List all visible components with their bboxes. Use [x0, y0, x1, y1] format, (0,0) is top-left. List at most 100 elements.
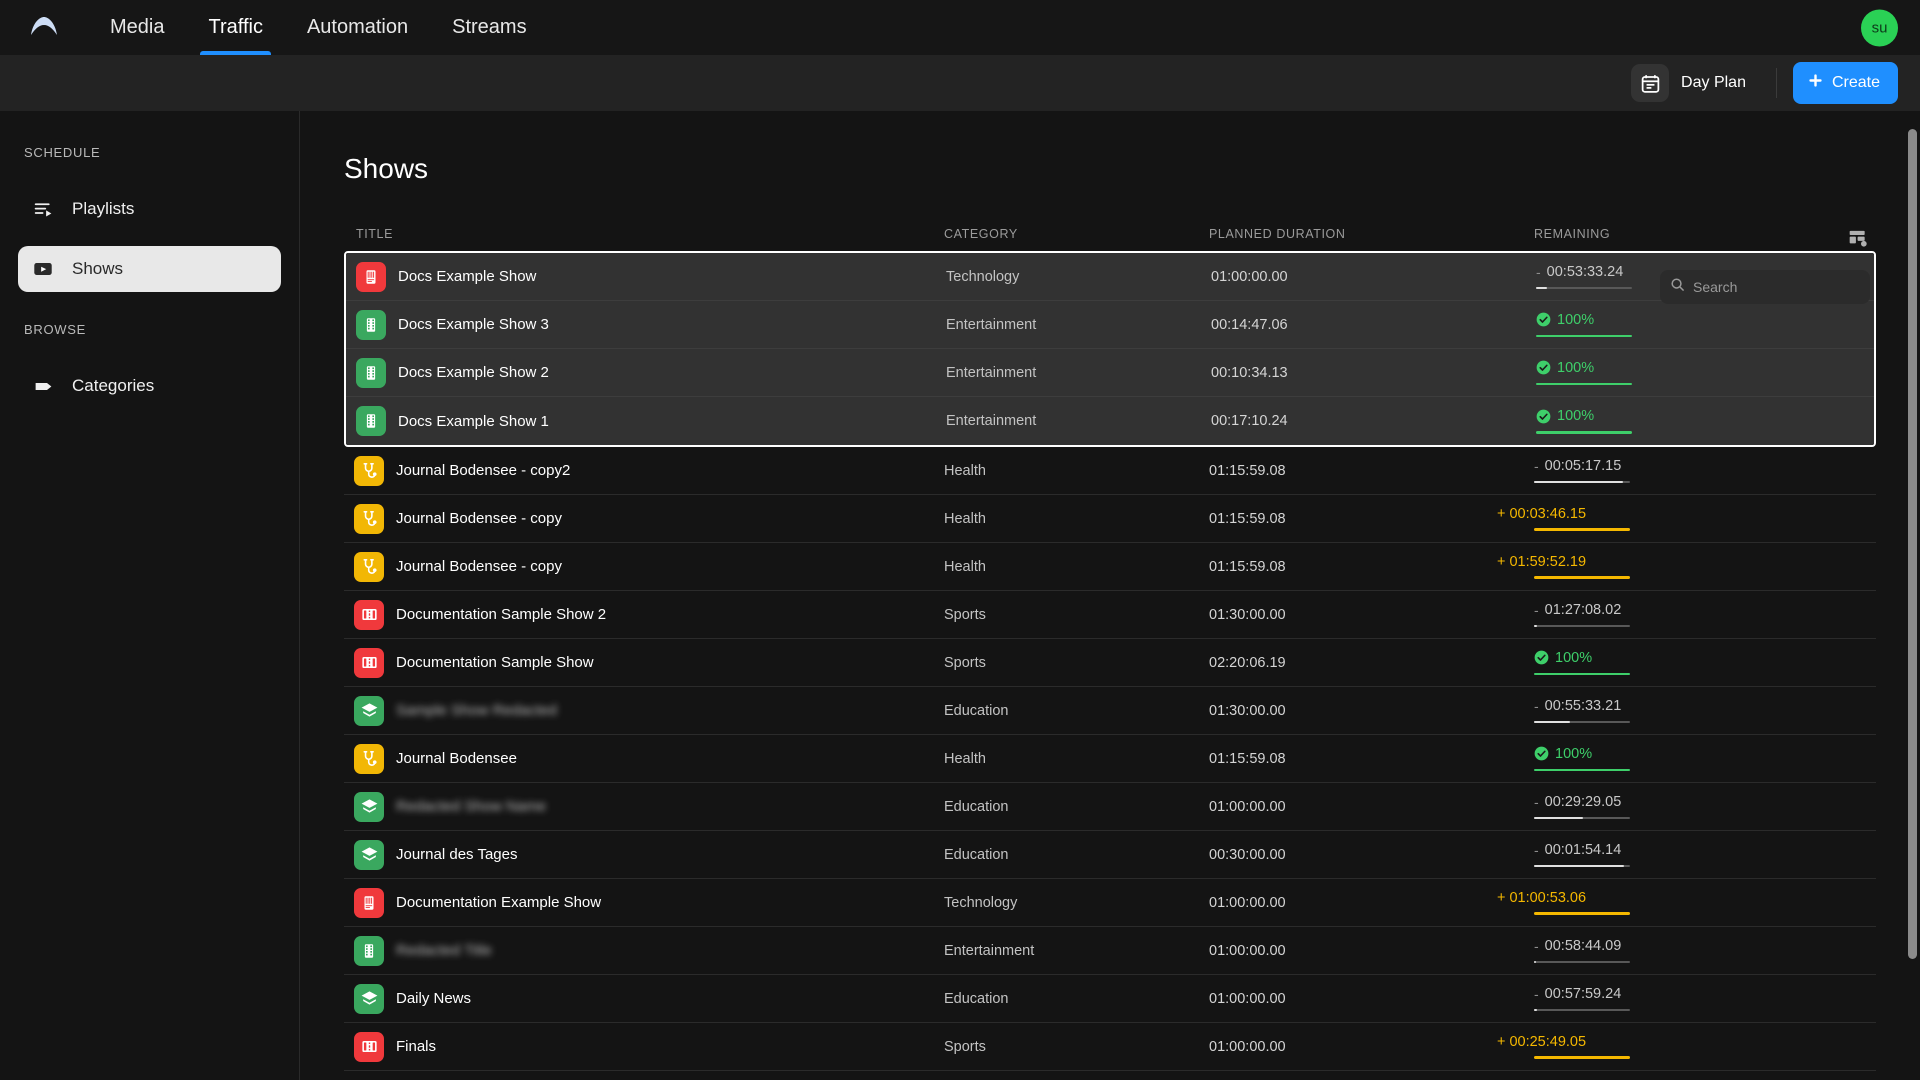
status-ok-icon — [1534, 650, 1549, 665]
cell-planned-duration: 02:20:06.19 — [1209, 654, 1286, 671]
remaining-progress-bar — [1536, 382, 1632, 386]
show-title: Docs Example Show 1 — [398, 412, 549, 430]
cell-category: Entertainment — [946, 413, 1037, 429]
table-row[interactable]: Journal Bodensee - copy Health 01:15:59.08… — [344, 495, 1876, 543]
table-row[interactable]: Documentation Example Show Technology 01:0… — [344, 879, 1876, 927]
table-row[interactable]: Sample Show Redacted Education 01:30:00.00… — [344, 687, 1876, 735]
avatar-initials: su — [1871, 19, 1888, 36]
table-row[interactable]: Docs Example Show 1 Entertainment 00:17:10… — [346, 397, 1874, 445]
remaining-progress-bar — [1534, 720, 1630, 724]
table-columns-settings-icon[interactable] — [1848, 228, 1868, 251]
cell-remaining: + 00:03:46.15 — [1497, 506, 1784, 531]
remaining-progress-bar — [1534, 960, 1630, 964]
film-strip-icon — [354, 935, 384, 966]
cell-title: Sample Show Redacted — [344, 695, 944, 726]
mountain-logo-icon[interactable] — [24, 8, 64, 48]
cell-planned-duration: 01:00:00.00 — [1209, 990, 1286, 1007]
table-row[interactable]: Documentation Sample Show Sports 02:20:06.… — [344, 639, 1876, 687]
show-title: Journal Bodensee - copy — [396, 558, 562, 575]
show-title: Redacted Title — [396, 942, 492, 959]
table-row[interactable]: Redacted Show Name Education 01:00:00.00 -0… — [344, 783, 1876, 831]
remaining-progress-bar — [1534, 1056, 1630, 1059]
minus-sign: - — [1534, 841, 1539, 858]
cell-planned-duration: 01:30:00.00 — [1209, 702, 1286, 719]
sidebar-item-categories[interactable]: Categories — [18, 363, 281, 409]
plus-icon — [1807, 72, 1824, 94]
show-title: Journal Bodensee — [396, 750, 517, 767]
minus-sign: - — [1534, 937, 1539, 954]
cell-category: Health — [944, 462, 986, 479]
cell-remaining: -00:58:44.09 — [1534, 938, 1784, 964]
vertical-scrollbar[interactable] — [1908, 129, 1917, 959]
table-row[interactable]: Daily News Education 01:00:00.00 -00:57:59.… — [344, 975, 1876, 1023]
table-row[interactable]: Finals Sports 01:00:00.00 + 00:25:49.05 — [344, 1023, 1876, 1071]
column-header-category[interactable]: CATEGORY — [944, 227, 1209, 241]
table-row[interactable]: Documentation Sample Show 2 Sports 01:30:0… — [344, 591, 1876, 639]
cell-title: Journal Bodensee — [344, 743, 944, 774]
cell-category: Health — [944, 558, 986, 575]
create-label: Create — [1831, 74, 1880, 91]
cell-category: Entertainment — [946, 316, 1037, 333]
stethoscope-icon — [354, 455, 384, 486]
stethoscope-icon — [354, 743, 384, 774]
remaining-value: 100% — [1557, 359, 1595, 376]
show-title: Documentation Example Show — [396, 894, 602, 911]
remaining-value: + 01:00:53.06 — [1496, 889, 1587, 906]
minus-sign: - — [1534, 793, 1539, 810]
create-button[interactable]: Create — [1792, 62, 1898, 104]
user-avatar[interactable]: su — [1861, 9, 1898, 46]
sports-icon — [354, 647, 384, 678]
sports-icon — [354, 1031, 384, 1062]
sidebar-item-shows[interactable]: Shows — [18, 246, 281, 292]
day-plan-button[interactable]: Day Plan — [1627, 60, 1760, 106]
remaining-progress-bar — [1536, 286, 1632, 290]
show-title: Finals — [396, 1038, 437, 1055]
remaining-value: + 00:03:46.15 — [1496, 505, 1587, 522]
remaining-value: 00:53:33.24 — [1546, 263, 1624, 280]
cell-planned-duration: 01:15:59.08 — [1209, 750, 1286, 767]
table-row[interactable]: Journal Bodensee Health 01:15:59.08 100% — [344, 735, 1876, 783]
table-row[interactable]: Journal Bodensee - copy Health 01:15:59.08… — [344, 543, 1876, 591]
search-input[interactable] — [1693, 279, 1860, 295]
cell-planned-duration: 01:00:00.00 — [1209, 894, 1286, 911]
table-row[interactable]: Redacted Title Entertainment 01:00:00.00 -0… — [344, 927, 1876, 975]
cell-title: Docs Example Show 1 — [346, 406, 946, 436]
remaining-value: 100% — [1557, 311, 1595, 328]
cell-category: Entertainment — [944, 942, 1035, 959]
film-strip-icon — [356, 357, 386, 388]
nav-tab-media[interactable]: Media — [88, 0, 186, 55]
column-header-planned-duration[interactable]: PLANNED DURATION — [1209, 227, 1534, 241]
table-row[interactable]: Docs Example Show 2 Entertainment 00:10:34… — [346, 349, 1874, 397]
film-strip-icon — [356, 406, 386, 436]
sidebar-section-schedule: SCHEDULE — [24, 145, 101, 160]
remaining-value: 00:57:59.24 — [1544, 985, 1622, 1002]
show-title: Journal Bodensee - copy — [396, 510, 562, 527]
table-row[interactable]: Docs Example Show Technology 01:00:00.00 -0… — [346, 253, 1874, 301]
cell-remaining: -00:05:17.15 — [1534, 458, 1784, 484]
remaining-progress-bar — [1534, 576, 1630, 579]
table-row[interactable]: Journal Bodensee - copy2 Health 01:15:59.0… — [344, 447, 1876, 495]
sidebar-item-label: Categories — [72, 376, 155, 395]
sidebar-item-playlists[interactable]: Playlists — [18, 186, 281, 232]
nav-tab-automation[interactable]: Automation — [285, 0, 430, 55]
nav-tab-traffic[interactable]: Traffic — [186, 0, 284, 55]
column-header-title[interactable]: TITLE — [344, 227, 944, 241]
nav-tab-label: Streams — [452, 16, 527, 38]
nav-tab-streams[interactable]: Streams — [430, 0, 548, 55]
cell-remaining: -00:57:59.24 — [1534, 986, 1784, 1012]
search-box[interactable] — [1660, 270, 1870, 304]
cell-category: Sports — [944, 654, 986, 671]
cell-category: Education — [944, 846, 1009, 863]
status-warning-icon: + 00:25:49.05 — [1497, 1034, 1586, 1050]
show-title: Journal Bodensee - copy2 — [396, 462, 571, 479]
remaining-value: 00:01:54.14 — [1544, 841, 1622, 858]
cell-title: Documentation Example Show — [344, 887, 944, 918]
cell-planned-duration: 01:30:00.00 — [1209, 606, 1286, 623]
table-row[interactable]: Journal des Tages Education 00:30:00.00 -00… — [344, 831, 1876, 879]
playlist-icon — [32, 198, 54, 220]
sub-header-bar: Day Plan Create — [0, 55, 1920, 111]
column-header-remaining[interactable]: REMAINING — [1534, 227, 1784, 241]
cell-planned-duration: 00:10:34.13 — [1211, 364, 1288, 381]
table-row[interactable]: Docs Example Show 3 Entertainment 00:14:47… — [346, 301, 1874, 349]
show-title: Journal des Tages — [396, 846, 518, 863]
